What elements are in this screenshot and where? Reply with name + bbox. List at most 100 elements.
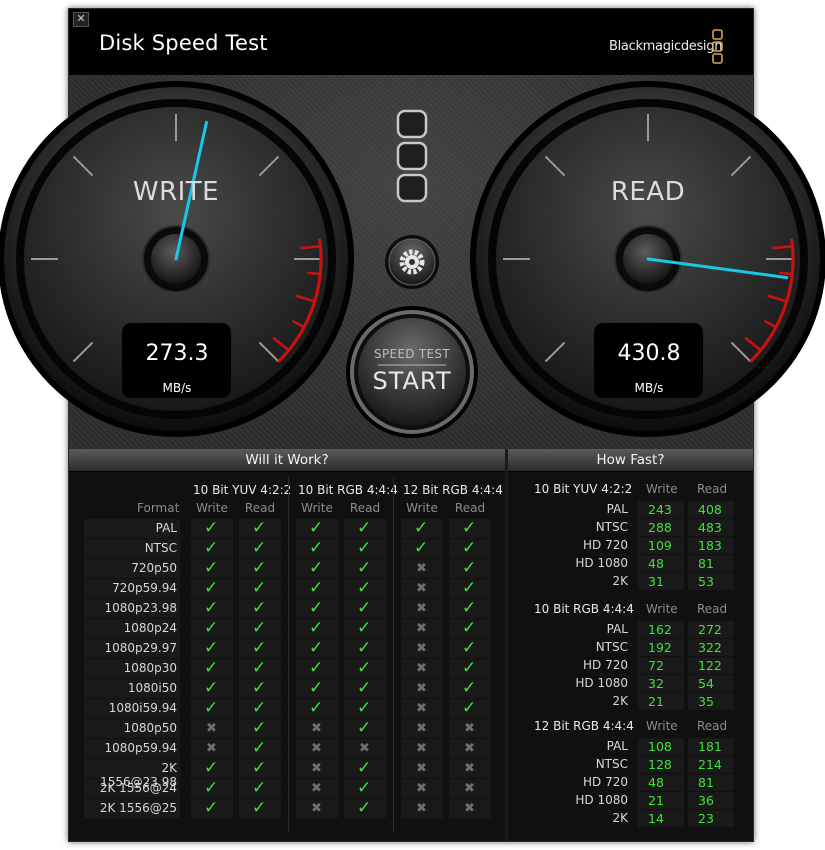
write-speed-value: 162 — [648, 622, 672, 637]
check-icon: ✓ — [204, 678, 219, 698]
cross-icon: ✖ — [311, 801, 322, 816]
check-icon: ✓ — [309, 638, 324, 658]
check-icon: ✓ — [357, 578, 372, 598]
read-subheader: Read — [697, 482, 728, 496]
format-label: PAL — [155, 521, 177, 535]
read-speed-value: 408 — [698, 502, 722, 517]
how-fast-row-label: HD 1080 — [575, 793, 628, 807]
check-icon: ✓ — [462, 578, 477, 598]
check-icon: ✓ — [252, 678, 267, 698]
write-speed-value: 72 — [648, 658, 664, 673]
read-speed-value: 81 — [698, 775, 714, 790]
how-fast-row-label: NTSC — [595, 520, 628, 534]
how-fast-row-label: 2K — [612, 694, 628, 708]
start-button-label[interactable]: START — [362, 367, 462, 395]
check-icon: ✓ — [357, 518, 372, 538]
check-icon: ✓ — [357, 618, 372, 638]
cross-icon: ✖ — [416, 641, 427, 656]
check-icon: ✓ — [309, 678, 324, 698]
read-speed-value: 35 — [698, 694, 714, 709]
center-logo-icon — [396, 109, 428, 203]
format-label: 1080p59.94 — [104, 741, 177, 755]
check-icon: ✓ — [309, 698, 324, 718]
write-subheader: Write — [646, 719, 678, 733]
check-icon: ✓ — [252, 578, 267, 598]
check-icon: ✓ — [462, 698, 477, 718]
how-fast-header: How Fast? — [508, 449, 753, 472]
read-speed-value: 54 — [698, 676, 714, 691]
format-label: 1080i50 — [127, 681, 177, 695]
gauge-redline-tick — [307, 271, 321, 276]
format-label: 720p50 — [131, 561, 177, 575]
read-unit: MB/s — [634, 381, 664, 395]
how-fast-section-title: 10 Bit RGB 4:4:4 — [534, 602, 634, 616]
group-header: 12 Bit RGB 4:4:4 — [403, 483, 503, 497]
check-icon: ✓ — [204, 638, 219, 658]
write-speed-value: 192 — [648, 640, 672, 655]
group-header: 10 Bit YUV 4:2:2 — [193, 483, 292, 497]
cross-icon: ✖ — [416, 741, 427, 756]
cross-icon: ✖ — [464, 761, 475, 776]
column-subheader: Read — [244, 501, 276, 515]
cross-icon: ✖ — [464, 781, 475, 796]
cross-icon: ✖ — [311, 781, 322, 796]
check-icon: ✓ — [462, 518, 477, 538]
settings-button[interactable] — [385, 235, 439, 289]
check-icon: ✓ — [252, 638, 267, 658]
check-icon: ✓ — [357, 558, 372, 578]
read-speed-value: 483 — [698, 520, 722, 535]
cross-icon: ✖ — [416, 781, 427, 796]
how-fast-row-label: PAL — [606, 622, 628, 636]
write-speed-value: 31 — [648, 574, 664, 589]
how-fast-row-label: 2K — [612, 811, 628, 825]
format-label: 1080p29.97 — [104, 641, 177, 655]
check-icon: ✓ — [252, 698, 267, 718]
check-icon: ✓ — [309, 578, 324, 598]
check-icon: ✓ — [357, 798, 372, 818]
column-subheader: Read — [349, 501, 381, 515]
check-icon: ✓ — [309, 538, 324, 558]
check-icon: ✓ — [252, 658, 267, 678]
format-label: 2K 1556@24 — [99, 781, 177, 795]
format-label: 2K 1556@25 — [99, 801, 177, 815]
check-icon: ✓ — [252, 778, 267, 798]
check-icon: ✓ — [414, 538, 429, 558]
format-label: 1080i59.94 — [108, 701, 177, 715]
check-icon: ✓ — [204, 798, 219, 818]
check-icon: ✓ — [204, 778, 219, 798]
cross-icon: ✖ — [416, 561, 427, 576]
check-icon: ✓ — [357, 638, 372, 658]
check-icon: ✓ — [252, 598, 267, 618]
write-gauge-label: WRITE — [132, 177, 220, 207]
group-header: 10 Bit RGB 4:4:4 — [298, 483, 398, 497]
read-speed-value: 322 — [698, 640, 722, 655]
how-fast-row-label: HD 720 — [583, 775, 628, 789]
how-fast-row-label: PAL — [606, 739, 628, 753]
cross-icon: ✖ — [416, 801, 427, 816]
write-speed-value: 288 — [648, 520, 672, 535]
check-icon: ✓ — [357, 698, 372, 718]
check-icon: ✓ — [357, 598, 372, 618]
check-icon: ✓ — [357, 678, 372, 698]
check-icon: ✓ — [309, 658, 324, 678]
how-fast-row-label: PAL — [606, 502, 628, 516]
format-label: 1080p24 — [123, 621, 177, 635]
format-label: NTSC — [144, 541, 177, 555]
column-divider — [393, 477, 394, 832]
check-icon: ✓ — [204, 758, 219, 778]
check-icon: ✓ — [462, 558, 477, 578]
check-icon: ✓ — [252, 738, 267, 758]
start-button-caption[interactable]: SPEED TEST — [362, 347, 462, 361]
cross-icon: ✖ — [464, 741, 475, 756]
column-subheader: Read — [454, 501, 486, 515]
write-speed-value: 21 — [648, 694, 664, 709]
check-icon: ✓ — [204, 518, 219, 538]
write-speed-value: 32 — [648, 676, 664, 691]
cross-icon: ✖ — [416, 661, 427, 676]
gauge-redline-tick — [772, 245, 793, 250]
check-icon: ✓ — [357, 758, 372, 778]
check-icon: ✓ — [462, 658, 477, 678]
check-icon: ✓ — [252, 618, 267, 638]
cross-icon: ✖ — [311, 721, 322, 736]
read-speed-value: 36 — [698, 793, 714, 808]
